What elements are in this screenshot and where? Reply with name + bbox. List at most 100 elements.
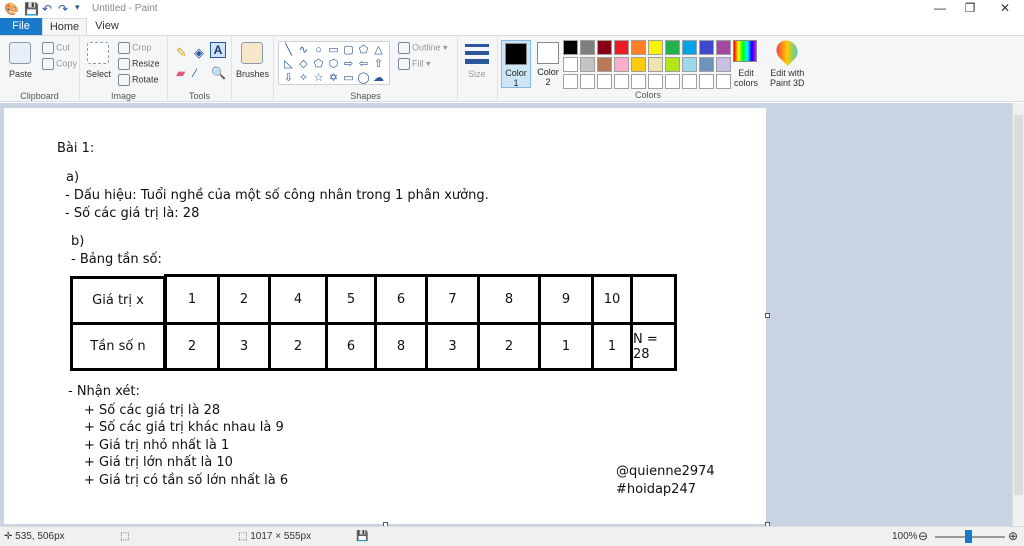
color-picker-icon[interactable]: ⁄ bbox=[194, 66, 196, 80]
palette-swatch[interactable] bbox=[648, 57, 663, 72]
palette-swatch[interactable] bbox=[631, 40, 646, 55]
select-button[interactable]: Select bbox=[86, 69, 111, 79]
resize-button[interactable]: Resize bbox=[118, 58, 160, 70]
hexagon-shape-icon[interactable]: ⬡ bbox=[326, 57, 341, 71]
copy-button[interactable]: Copy bbox=[42, 58, 77, 70]
arrow-up-shape-icon[interactable]: ⇧ bbox=[371, 57, 386, 71]
palette-swatch[interactable] bbox=[665, 57, 680, 72]
palette-swatch[interactable] bbox=[631, 74, 646, 89]
edit-colors-icon[interactable] bbox=[733, 40, 757, 62]
minimize-button[interactable]: — bbox=[925, 0, 955, 18]
drawing-canvas[interactable]: Bài 1: a) - Dấu hiệu: Tuổi nghề của một … bbox=[4, 108, 766, 524]
palette-swatch[interactable] bbox=[563, 40, 578, 55]
diamond-shape-icon[interactable]: ◇ bbox=[296, 57, 311, 71]
palette-swatch[interactable] bbox=[563, 74, 578, 89]
redo-icon[interactable]: ↷ bbox=[58, 2, 68, 16]
callout-rect-shape-icon[interactable]: ▭ bbox=[341, 71, 356, 85]
polygon-shape-icon[interactable]: ⬠ bbox=[356, 43, 371, 57]
rotate-button[interactable]: Rotate bbox=[118, 74, 159, 86]
scrollbar-thumb[interactable] bbox=[1014, 115, 1023, 495]
resize-handle-right[interactable] bbox=[765, 313, 770, 318]
customize-qa-icon[interactable]: ▾ bbox=[75, 2, 80, 13]
callout-oval-shape-icon[interactable]: ◯ bbox=[356, 71, 371, 85]
palette-swatch[interactable] bbox=[580, 40, 595, 55]
oval-shape-icon[interactable]: ○ bbox=[311, 43, 326, 57]
color1-button[interactable]: Color 1 bbox=[501, 40, 531, 88]
palette-swatch[interactable] bbox=[699, 74, 714, 89]
paste-button[interactable]: Paste bbox=[9, 69, 32, 79]
eraser-icon[interactable]: ▰ bbox=[176, 66, 185, 80]
palette-swatch[interactable] bbox=[699, 57, 714, 72]
outline-button[interactable]: Outline ▾ bbox=[398, 42, 448, 54]
palette-swatch[interactable] bbox=[682, 40, 697, 55]
cloud-shape-icon[interactable]: ☁ bbox=[371, 71, 386, 85]
star5-shape-icon[interactable]: ☆ bbox=[311, 71, 326, 85]
palette-swatch[interactable] bbox=[699, 40, 714, 55]
arrow-left-shape-icon[interactable]: ⇦ bbox=[356, 57, 371, 71]
save-icon[interactable]: 💾 bbox=[24, 2, 39, 16]
close-button[interactable]: ✕ bbox=[990, 0, 1020, 18]
tab-home[interactable]: Home bbox=[42, 18, 87, 35]
palette-swatch[interactable] bbox=[597, 57, 612, 72]
fill-icon[interactable]: ◈ bbox=[194, 45, 204, 61]
palette-swatch[interactable] bbox=[597, 40, 612, 55]
palette-swatch[interactable] bbox=[665, 74, 680, 89]
size-button[interactable]: Size bbox=[468, 69, 486, 79]
palette-swatch[interactable] bbox=[682, 57, 697, 72]
curve-shape-icon[interactable]: ∿ bbox=[296, 43, 311, 57]
vertical-scrollbar[interactable] bbox=[1012, 103, 1024, 526]
shapes-gallery[interactable]: ╲ ∿ ○ ▭ ▢ ⬠ △ ◺ ◇ ⬠ ⬡ ⇨ ⇦ ⇧ ⇩ ✧ ☆ ✡ ▭ ◯ … bbox=[278, 41, 390, 85]
palette-swatch[interactable] bbox=[614, 57, 629, 72]
palette-swatch[interactable] bbox=[665, 40, 680, 55]
paste-icon[interactable] bbox=[9, 42, 31, 64]
palette-swatch[interactable] bbox=[563, 57, 578, 72]
table-cell-x: 7 bbox=[425, 274, 480, 325]
cut-button[interactable]: Cut bbox=[42, 42, 70, 54]
crop-button[interactable]: Crop bbox=[118, 42, 152, 54]
edit-with-paint3d-button[interactable]: Edit with Paint 3D bbox=[770, 68, 805, 88]
tab-file[interactable]: File bbox=[0, 18, 42, 35]
group-size: Size bbox=[458, 36, 498, 102]
pencil-icon[interactable]: ✎ bbox=[176, 45, 187, 61]
palette-swatch[interactable] bbox=[580, 74, 595, 89]
line-shape-icon[interactable]: ╲ bbox=[281, 43, 296, 57]
color-palette[interactable] bbox=[563, 40, 731, 89]
table-header-n: Tần số n bbox=[70, 322, 166, 371]
restore-button[interactable]: ❐ bbox=[955, 0, 985, 18]
title-bar: 🎨 💾 ↶ ↷ ▾ Untitled - Paint — ❐ ✕ bbox=[0, 0, 1024, 18]
right-triangle-shape-icon[interactable]: ◺ bbox=[281, 57, 296, 71]
pentagon-shape-icon[interactable]: ⬠ bbox=[311, 57, 326, 71]
palette-swatch[interactable] bbox=[614, 74, 629, 89]
palette-swatch[interactable] bbox=[716, 74, 731, 89]
color2-button[interactable]: Color 2 bbox=[533, 40, 563, 88]
triangle-shape-icon[interactable]: △ bbox=[371, 43, 386, 57]
palette-swatch[interactable] bbox=[716, 40, 731, 55]
palette-swatch[interactable] bbox=[597, 74, 612, 89]
edit-colors-button[interactable]: Edit colors bbox=[734, 68, 758, 88]
star4-shape-icon[interactable]: ✧ bbox=[296, 71, 311, 85]
undo-icon[interactable]: ↶ bbox=[42, 2, 52, 16]
zoom-slider-thumb[interactable] bbox=[965, 530, 972, 543]
brush-icon[interactable] bbox=[241, 42, 263, 64]
select-icon[interactable] bbox=[87, 42, 109, 64]
palette-swatch[interactable] bbox=[682, 74, 697, 89]
tab-view[interactable]: View bbox=[88, 18, 126, 35]
brushes-button[interactable]: Brushes bbox=[236, 69, 269, 79]
palette-swatch[interactable] bbox=[716, 57, 731, 72]
text-tool-icon[interactable]: A bbox=[210, 42, 226, 58]
paint3d-icon[interactable] bbox=[772, 36, 802, 66]
palette-swatch[interactable] bbox=[648, 74, 663, 89]
zoom-out-button[interactable]: ⊖ bbox=[918, 529, 928, 543]
arrow-right-shape-icon[interactable]: ⇨ bbox=[341, 57, 356, 71]
palette-swatch[interactable] bbox=[648, 40, 663, 55]
star6-shape-icon[interactable]: ✡ bbox=[326, 71, 341, 85]
fill-button[interactable]: Fill ▾ bbox=[398, 58, 431, 70]
magnifier-icon[interactable]: 🔍 bbox=[211, 66, 226, 80]
rectangle-shape-icon[interactable]: ▭ bbox=[326, 43, 341, 57]
palette-swatch[interactable] bbox=[631, 57, 646, 72]
rounded-rect-shape-icon[interactable]: ▢ bbox=[341, 43, 356, 57]
palette-swatch[interactable] bbox=[580, 57, 595, 72]
palette-swatch[interactable] bbox=[614, 40, 629, 55]
arrow-down-shape-icon[interactable]: ⇩ bbox=[281, 71, 296, 85]
zoom-in-button[interactable]: ⊕ bbox=[1008, 529, 1018, 543]
